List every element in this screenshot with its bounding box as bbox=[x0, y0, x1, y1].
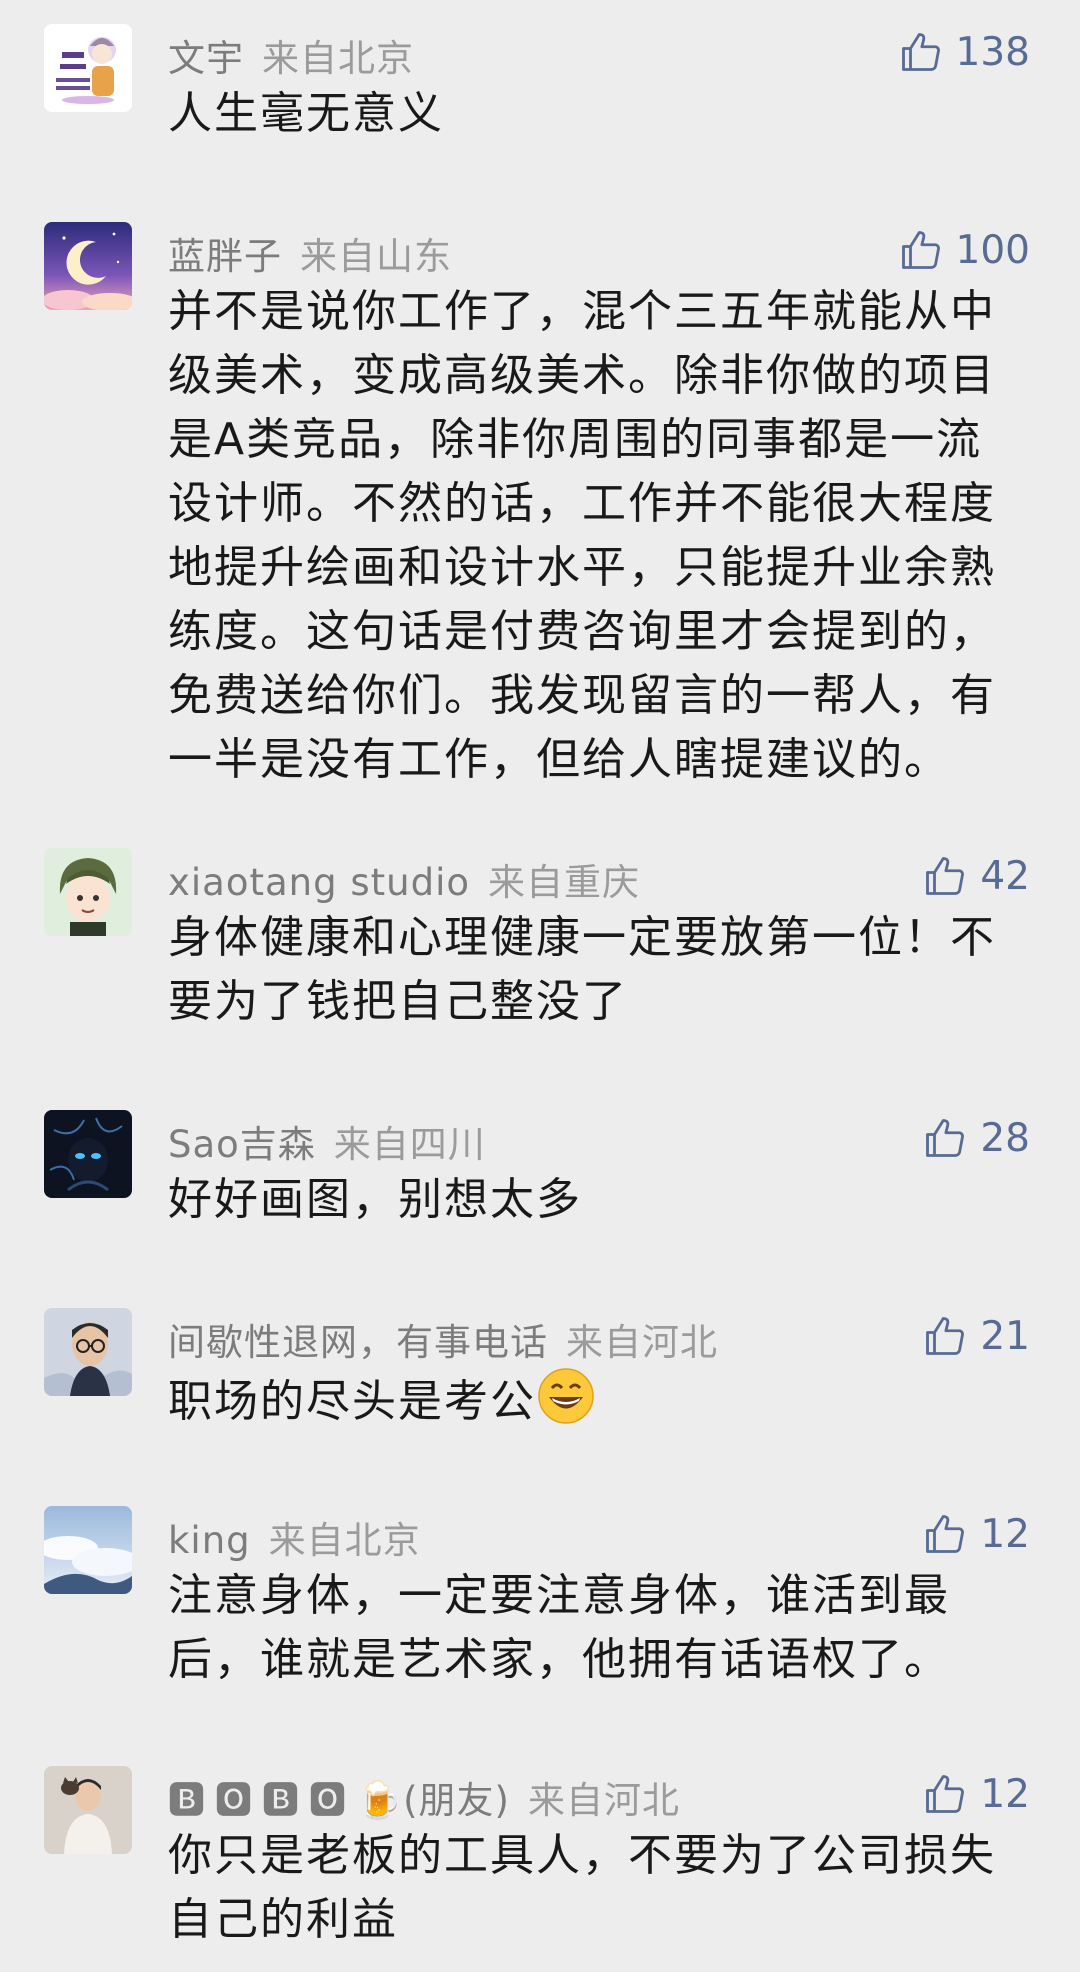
user-name[interactable]: 间歇性退网，有事电话 bbox=[168, 1321, 548, 1364]
person-with-cat-avatar bbox=[44, 1766, 132, 1854]
like-button[interactable]: 100 bbox=[900, 222, 1030, 278]
comment-list: 文宇 来自北京 138 人生毫无意义 蓝胖子 来自山东 100 并不是说你工作了… bbox=[0, 0, 1080, 1972]
user-location: 来自四川 bbox=[333, 1123, 486, 1166]
user-location: 来自河北 bbox=[566, 1321, 718, 1364]
user-name[interactable]: 文宇 bbox=[168, 37, 244, 80]
like-button[interactable]: 138 bbox=[900, 24, 1030, 80]
comment-header: king 来自北京 12 bbox=[168, 1506, 1040, 1563]
comment-header: 间歇性退网，有事电话 来自河北 21 bbox=[168, 1308, 1040, 1365]
user-name[interactable]: xiaotang studio bbox=[168, 861, 470, 904]
cartoon-monk-avatar bbox=[44, 24, 132, 112]
comment-text-content: 职场的尽头是考公 bbox=[168, 1376, 536, 1427]
avatar[interactable] bbox=[44, 1506, 132, 1594]
user-name[interactable]: Sao吉森 bbox=[168, 1123, 316, 1166]
user-location: 来自北京 bbox=[262, 37, 414, 80]
comment-text: 并不是说你工作了，混个三五年就能从中级美术，变成高级美术。除非你做的项目是A类竞… bbox=[168, 286, 996, 785]
anime-boy-avatar bbox=[44, 848, 132, 936]
comment-text: 好好画图，别想太多 bbox=[168, 1174, 582, 1225]
user-location: 来自北京 bbox=[268, 1519, 421, 1562]
man-with-glasses-avatar bbox=[44, 1308, 132, 1396]
like-button[interactable]: 42 bbox=[924, 848, 1030, 904]
like-button[interactable]: 12 bbox=[924, 1506, 1030, 1562]
user-location: 来自重庆 bbox=[488, 861, 641, 904]
like-button[interactable]: 28 bbox=[924, 1110, 1030, 1166]
dark-creature-avatar bbox=[44, 1110, 132, 1198]
like-count: 12 bbox=[980, 1771, 1030, 1817]
comment-header: Sao吉森 来自四川 28 bbox=[168, 1110, 1040, 1167]
avatar[interactable] bbox=[44, 222, 132, 310]
avatar[interactable] bbox=[44, 1110, 132, 1198]
thumbs-up-icon bbox=[926, 1775, 965, 1813]
thumbs-up-icon bbox=[926, 857, 965, 895]
thumbs-up-icon bbox=[926, 1317, 965, 1355]
like-count: 138 bbox=[955, 29, 1030, 75]
thumbs-up-icon bbox=[926, 1119, 965, 1157]
thumbs-up-icon bbox=[901, 231, 940, 269]
comment-header: xiaotang studio 来自重庆 42 bbox=[168, 848, 1040, 905]
user-name-suffix: (朋友) bbox=[403, 1779, 510, 1822]
comment-header: 蓝胖子 来自山东 100 bbox=[168, 222, 1040, 279]
like-count: 12 bbox=[980, 1511, 1030, 1557]
like-count: 28 bbox=[980, 1115, 1030, 1161]
thumbs-up-icon bbox=[926, 1515, 965, 1553]
comment-text: 人生毫无意义 bbox=[168, 88, 444, 139]
comment-text: 身体健康和心理健康一定要放第一位！不要为了钱把自己整没了 bbox=[168, 912, 996, 1027]
user-location: 来自山东 bbox=[300, 235, 452, 278]
comment-text: 职场的尽头是考公 bbox=[168, 1366, 1018, 1434]
comment-header: 文宇 来自北京 138 bbox=[168, 24, 1040, 81]
user-location: 来自河北 bbox=[527, 1779, 680, 1822]
avatar[interactable] bbox=[44, 1308, 132, 1396]
like-button[interactable]: 12 bbox=[924, 1766, 1030, 1822]
thumbs-up-icon bbox=[901, 33, 940, 71]
moon-night-sky-avatar bbox=[44, 222, 132, 310]
like-count: 42 bbox=[980, 853, 1030, 899]
avatar[interactable] bbox=[44, 24, 132, 112]
comment-header: 🅱🅾🅱🅾🍺(朋友) 来自河北 12 bbox=[168, 1766, 1040, 1823]
avatar[interactable] bbox=[44, 848, 132, 936]
user-name[interactable]: king bbox=[168, 1519, 251, 1562]
like-count: 21 bbox=[980, 1313, 1030, 1359]
sky-clouds-avatar bbox=[44, 1506, 132, 1594]
user-name[interactable]: 🅱🅾🅱🅾 bbox=[168, 1779, 356, 1822]
avatar[interactable] bbox=[44, 1766, 132, 1854]
like-count: 100 bbox=[955, 227, 1030, 273]
comment-text: 你只是老板的工具人，不要为了公司损失自己的利益 bbox=[168, 1830, 996, 1945]
comment-text: 注意身体，一定要注意身体，谁活到最后，谁就是艺术家，他拥有话语权了。 bbox=[168, 1570, 950, 1685]
beer-mug-emoji-icon: 🍺 bbox=[356, 1779, 404, 1822]
like-button[interactable]: 21 bbox=[924, 1308, 1030, 1364]
user-name[interactable]: 蓝胖子 bbox=[168, 235, 282, 278]
grinning-emoji-icon bbox=[538, 1368, 594, 1424]
